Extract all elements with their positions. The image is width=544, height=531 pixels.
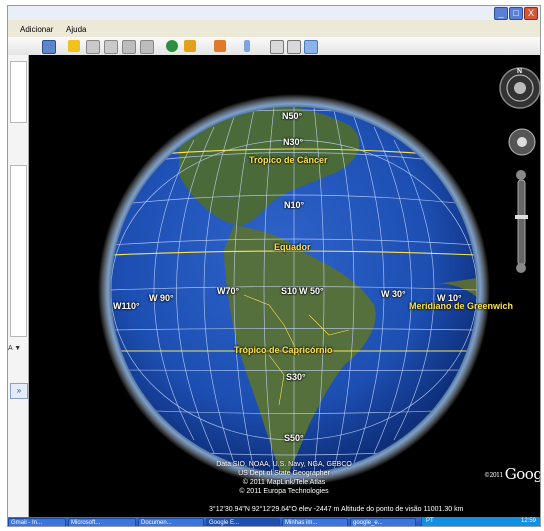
imagery-credits: Data SIO, NOAA, U.S. Navy, NGA, GEBCO US…	[204, 460, 364, 496]
windows-taskbar: Gmail - In... Microsoft... Documen... Go…	[8, 517, 540, 526]
ruler-icon[interactable]	[244, 40, 250, 52]
logo-year: ©2011	[484, 471, 503, 479]
logo-text: Google	[504, 465, 540, 483]
system-tray: PT 12:59	[421, 517, 540, 526]
menu-bar: Adicionar Ajuda	[8, 23, 540, 37]
print-icon[interactable]	[287, 40, 301, 54]
search-panel[interactable]	[10, 61, 27, 123]
label-n10: N10°	[284, 200, 305, 210]
label-w90: W 90°	[149, 293, 174, 303]
toolbar	[8, 37, 540, 56]
label-tropic-capricorn: Trópico de Capricórnio	[234, 345, 333, 355]
label-equator: Equador	[274, 242, 311, 252]
google-earth-window: _ □ X Adicionar Ajuda A ▼ » N N50° N30° …	[7, 5, 541, 527]
credit-line: © 2011 MapLink/Tele Atlas	[242, 479, 326, 486]
earth-3d-view[interactable]: N N50° N30° Trópico de Câncer N10° Equad…	[29, 55, 540, 517]
view-in-maps-icon[interactable]	[304, 40, 318, 54]
window-controls: _ □ X	[494, 7, 538, 20]
menu-ajuda[interactable]: Ajuda	[66, 25, 86, 34]
panel-scroll-arrow[interactable]: A ▼	[8, 345, 21, 352]
task-google-e[interactable]: google_e...	[350, 518, 416, 526]
polygon-icon[interactable]	[86, 40, 100, 54]
expand-panel-button[interactable]: »	[10, 383, 28, 399]
menu-adicionar[interactable]: Adicionar	[20, 25, 53, 34]
task-microsoft[interactable]: Microsoft...	[68, 518, 136, 526]
task-documents[interactable]: Documen...	[138, 518, 204, 526]
planets-icon[interactable]	[214, 40, 226, 52]
move-control	[508, 128, 536, 156]
sidebar-icon[interactable]	[42, 40, 56, 54]
label-w110: W110°	[113, 301, 140, 311]
task-minhas-imagens[interactable]: Minhas im...	[282, 518, 348, 526]
path-icon[interactable]	[104, 40, 118, 54]
title-bar[interactable]: _ □ X	[8, 6, 540, 20]
historical-imagery-icon[interactable]	[166, 40, 178, 52]
status-coordinates: 3°12'30.94"N 92°12'29.64"O elev -2447 m …	[209, 506, 464, 513]
image-overlay-icon[interactable]	[122, 40, 136, 54]
google-logo: ©2011Google	[484, 465, 540, 483]
label-w30: W 30°	[381, 289, 406, 299]
minimize-button[interactable]: _	[494, 7, 508, 20]
credit-line: © 2011 Europa Technologies	[239, 488, 329, 495]
label-n50: N50°	[282, 111, 303, 121]
label-tropic-cancer: Trópico de Câncer	[249, 155, 328, 165]
credit-line: Data SIO, NOAA, U.S. Navy, NGA, GEBCO	[216, 461, 352, 468]
maximize-button[interactable]: □	[509, 7, 523, 20]
task-gmail[interactable]: Gmail - In...	[8, 518, 66, 526]
sun-icon[interactable]	[184, 40, 196, 52]
label-s10: S10	[281, 286, 298, 296]
zoom-slider	[515, 170, 528, 273]
task-google-earth[interactable]: Google E...	[206, 518, 280, 526]
close-button[interactable]: X	[524, 7, 538, 20]
placemark-icon[interactable]	[68, 40, 80, 52]
places-panel[interactable]	[10, 165, 27, 337]
record-tour-icon[interactable]	[140, 40, 154, 54]
credit-line: US Dept of State Geographer	[238, 470, 330, 477]
look-around-control: N	[499, 67, 540, 109]
label-s50: S50°	[284, 433, 304, 443]
label-n30: N30°	[283, 137, 304, 147]
label-greenwich: Meridiano de Greenwich	[409, 301, 514, 311]
sidebar-panel: A ▼ »	[8, 55, 29, 525]
svg-text:N: N	[517, 68, 522, 75]
label-w50: W 50°	[299, 286, 324, 296]
clock[interactable]: 12:59	[521, 518, 536, 524]
language-indicator[interactable]: PT	[426, 518, 434, 524]
label-s30: S30°	[286, 372, 306, 382]
email-icon[interactable]	[270, 40, 284, 54]
label-w70: W70°	[217, 286, 240, 296]
